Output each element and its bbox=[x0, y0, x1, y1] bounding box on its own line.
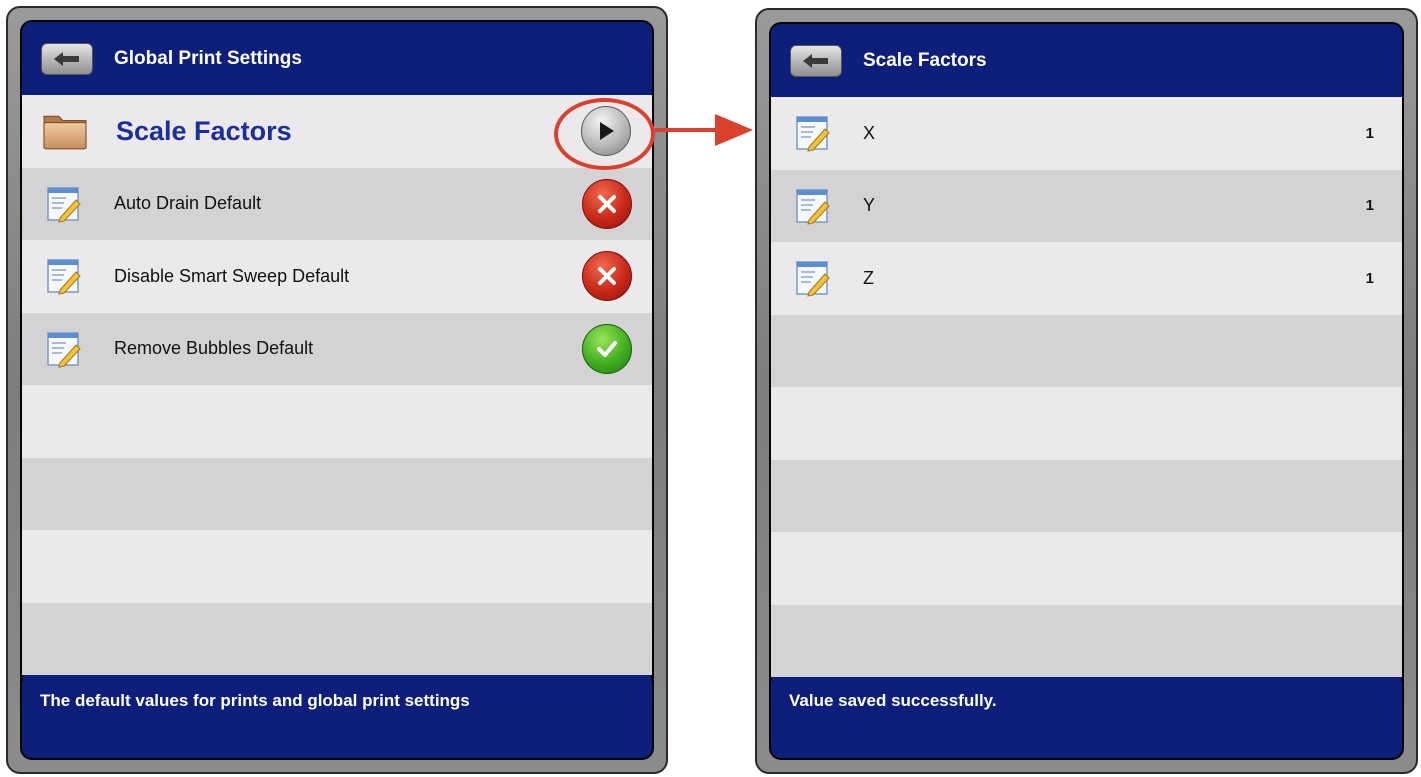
edit-document-icon bbox=[796, 189, 830, 225]
back-arrow-icon bbox=[803, 53, 828, 68]
edit-document-icon bbox=[47, 187, 81, 223]
page-title: Scale Factors bbox=[863, 49, 987, 71]
toggle-on-button[interactable] bbox=[582, 323, 632, 374]
scale-factor-label: Z bbox=[863, 267, 874, 288]
toggle-off-button[interactable] bbox=[582, 178, 632, 229]
open-folder-button[interactable] bbox=[581, 106, 631, 157]
setting-row[interactable]: Remove Bubbles Default bbox=[22, 312, 652, 385]
check-icon bbox=[597, 340, 617, 357]
close-icon bbox=[598, 194, 616, 213]
scale-factor-value: 1 bbox=[1365, 197, 1374, 215]
scale-factor-value: 1 bbox=[1365, 269, 1374, 287]
edit-document-icon bbox=[796, 116, 830, 152]
folder-title: Scale Factors bbox=[116, 115, 292, 146]
setting-label: Auto Drain Default bbox=[114, 193, 262, 214]
edit-document-icon bbox=[47, 259, 81, 295]
footer-status: Value saved successfully. bbox=[771, 681, 1402, 758]
empty-row bbox=[771, 604, 1402, 677]
arrow-annotation-icon bbox=[655, 114, 753, 146]
empty-row bbox=[771, 387, 1402, 460]
setting-row[interactable]: Disable Smart Sweep Default bbox=[22, 240, 652, 313]
setting-label: Remove Bubbles Default bbox=[114, 338, 314, 359]
toggle-off-button[interactable] bbox=[582, 251, 632, 302]
empty-row bbox=[771, 459, 1402, 532]
scale-factor-row-z[interactable]: Z 1 bbox=[771, 242, 1402, 315]
left-device-bezel: Global Print Settings Scale Factors Auto… bbox=[6, 6, 668, 774]
empty-row bbox=[22, 602, 652, 675]
settings-list: Scale Factors Auto Drain Default Disable… bbox=[22, 95, 652, 675]
folder-icon bbox=[43, 116, 87, 150]
scale-factor-value: 1 bbox=[1365, 124, 1374, 142]
empty-row bbox=[22, 530, 652, 603]
footer-text: Value saved successfully. bbox=[789, 691, 997, 710]
global-print-settings-screen: Global Print Settings Scale Factors Auto… bbox=[20, 20, 654, 760]
setting-label: Disable Smart Sweep Default bbox=[114, 265, 350, 286]
setting-row[interactable]: Auto Drain Default bbox=[22, 167, 652, 240]
back-button[interactable] bbox=[41, 42, 93, 75]
folder-row-scale-factors[interactable]: Scale Factors bbox=[22, 95, 652, 168]
empty-row bbox=[771, 314, 1402, 387]
back-arrow-icon bbox=[54, 51, 79, 66]
edit-document-icon bbox=[796, 261, 830, 297]
footer-status: The default values for prints and global… bbox=[22, 681, 652, 758]
back-button[interactable] bbox=[790, 44, 842, 77]
play-icon bbox=[600, 122, 614, 141]
page-title: Global Print Settings bbox=[114, 47, 302, 69]
empty-row bbox=[771, 532, 1402, 605]
empty-row bbox=[22, 457, 652, 530]
scale-factors-screen: Scale Factors X 1 Y 1 Z 1 Value saved su… bbox=[769, 22, 1404, 760]
scale-factor-label: Y bbox=[863, 195, 876, 216]
edit-document-icon bbox=[47, 332, 81, 368]
footer-text: The default values for prints and global… bbox=[40, 691, 470, 710]
scale-factor-list: X 1 Y 1 Z 1 bbox=[771, 97, 1402, 677]
scale-factor-label: X bbox=[863, 122, 876, 143]
scale-factor-row-x[interactable]: X 1 bbox=[771, 97, 1402, 170]
scale-factor-row-y[interactable]: Y 1 bbox=[771, 169, 1402, 242]
empty-row bbox=[22, 385, 652, 458]
title-bar: Global Print Settings bbox=[22, 22, 652, 95]
right-device-bezel: Scale Factors X 1 Y 1 Z 1 Value saved su… bbox=[755, 8, 1418, 774]
close-icon bbox=[598, 267, 616, 286]
title-bar: Scale Factors bbox=[771, 24, 1402, 97]
